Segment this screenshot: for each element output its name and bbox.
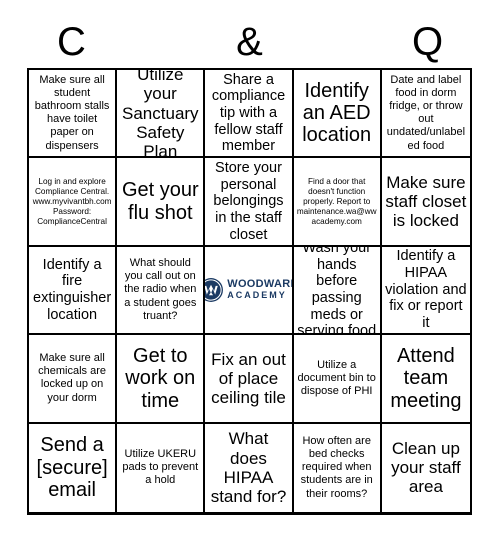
bingo-cell-label: Utilize UKERU pads to prevent a hold (122, 448, 199, 487)
bingo-cell-label: Get your flu shot (121, 179, 199, 224)
bingo-grid: Make sure all student bathroom stalls ha… (27, 68, 472, 515)
bingo-cell-label: Wash your hands before passing meds or s… (297, 246, 377, 336)
bingo-cell[interactable]: Identify a fire extinguisher location (29, 246, 118, 336)
bingo-cell-label: Identify an AED location (302, 79, 372, 147)
bingo-cell[interactable]: What should you call out on the radio wh… (117, 246, 206, 336)
bingo-cell-label: What should you call out on the radio wh… (124, 257, 197, 322)
bingo-cell[interactable]: Make sure all student bathroom stalls ha… (29, 70, 118, 159)
bingo-cell-label: Identify a fire extinguisher location (33, 256, 112, 323)
woodward-academy-wordmark: WOODWARD ACADEMY (227, 278, 294, 301)
bingo-cell[interactable]: Utilize a document bin to dispose of PHI (293, 335, 382, 424)
bingo-cell-label: Utilize a document bin to dispose of PHI (297, 358, 376, 397)
bingo-cell[interactable]: Identify an AED location (293, 70, 382, 159)
bingo-cell[interactable]: Identify a HIPAA violation and fix or re… (381, 247, 470, 336)
bingo-cell-label: How often are bed checks required when s… (300, 434, 373, 500)
bingo-cell-label: Log in and explore Compliance Central. w… (32, 176, 112, 226)
bingo-cell-label: Date and label food in dorm fridge, or t… (386, 73, 466, 152)
bingo-cell[interactable]: Wash your hands before passing meds or s… (293, 246, 382, 336)
bingo-cell-label: Utilize your Sanctuary Safety Plan (122, 70, 199, 159)
bingo-cell[interactable]: Get your flu shot (117, 158, 206, 247)
bingo-cell-label: Attend team meeting (390, 344, 462, 412)
woodward-emblem-icon (205, 278, 224, 302)
bingo-cell-label: Make sure all chemicals are locked up on… (38, 352, 107, 404)
bingo-header-letter-2 (116, 18, 205, 66)
bingo-cell-label: Share a compliance tip with a fellow sta… (211, 71, 286, 155)
bingo-cell-label: Fix an out of place ceiling tile (211, 349, 286, 407)
bingo-cell[interactable]: Store your personal belongings in the st… (205, 158, 294, 247)
logo-line-academy: ACADEMY (227, 290, 287, 301)
bingo-cell[interactable]: Make sure all chemicals are locked up on… (29, 335, 118, 424)
bingo-cell[interactable]: Fix an out of place ceiling tile (205, 335, 294, 424)
bingo-header-letter-3: & (236, 20, 263, 64)
bingo-free-space-logo-cell[interactable]: WOODWARD ACADEMY (205, 246, 294, 336)
bingo-header-row: C & Q (27, 18, 472, 66)
bingo-cell-label: Make sure staff closet is locked (385, 172, 467, 231)
bingo-cell[interactable]: Share a compliance tip with a fellow sta… (205, 70, 294, 159)
bingo-cell[interactable]: Utilize your Sanctuary Safety Plan (117, 70, 206, 159)
bingo-cell[interactable]: Make sure staff closet is locked (381, 158, 470, 247)
bingo-header-letter-4 (294, 18, 383, 66)
bingo-cell[interactable]: How often are bed checks required when s… (294, 423, 382, 512)
bingo-cell[interactable]: Date and label food in dorm fridge, or t… (381, 70, 470, 159)
logo-line-woodward: WOODWARD (227, 278, 294, 291)
bingo-cell-label: What does HIPAA stand for? (210, 429, 287, 506)
bingo-cell-label: Identify a HIPAA violation and fix or re… (385, 248, 467, 331)
bingo-cell-label: Make sure all student bathroom stalls ha… (34, 73, 110, 152)
bingo-card: C & Q Make sure all student bathroom sta… (0, 0, 500, 544)
bingo-cell[interactable]: Attend team meeting (381, 335, 470, 424)
bingo-header-letter-1: C (57, 20, 86, 64)
bingo-cell-label: Store your personal belongings in the st… (213, 159, 284, 243)
bingo-cell-label: Send a [secure] email (36, 434, 108, 501)
bingo-cell[interactable]: Get to work on time (117, 335, 206, 424)
bingo-cell[interactable]: Utilize UKERU pads to prevent a hold (117, 423, 206, 512)
bingo-cell-label: Get to work on time (125, 344, 196, 412)
bingo-cell[interactable]: Clean up your staff area (382, 424, 470, 512)
bingo-cell-label: Find a door that doesn't function proper… (296, 176, 377, 226)
bingo-cell[interactable]: Log in and explore Compliance Central. w… (29, 158, 118, 247)
bingo-cell-label: Clean up your staff area (391, 438, 461, 497)
bingo-cell[interactable]: Find a door that doesn't function proper… (293, 158, 382, 247)
bingo-cell[interactable]: What does HIPAA stand for? (205, 423, 294, 512)
bingo-header-letter-5: Q (411, 20, 444, 64)
bingo-cell[interactable]: Send a [secure] email (29, 423, 118, 512)
